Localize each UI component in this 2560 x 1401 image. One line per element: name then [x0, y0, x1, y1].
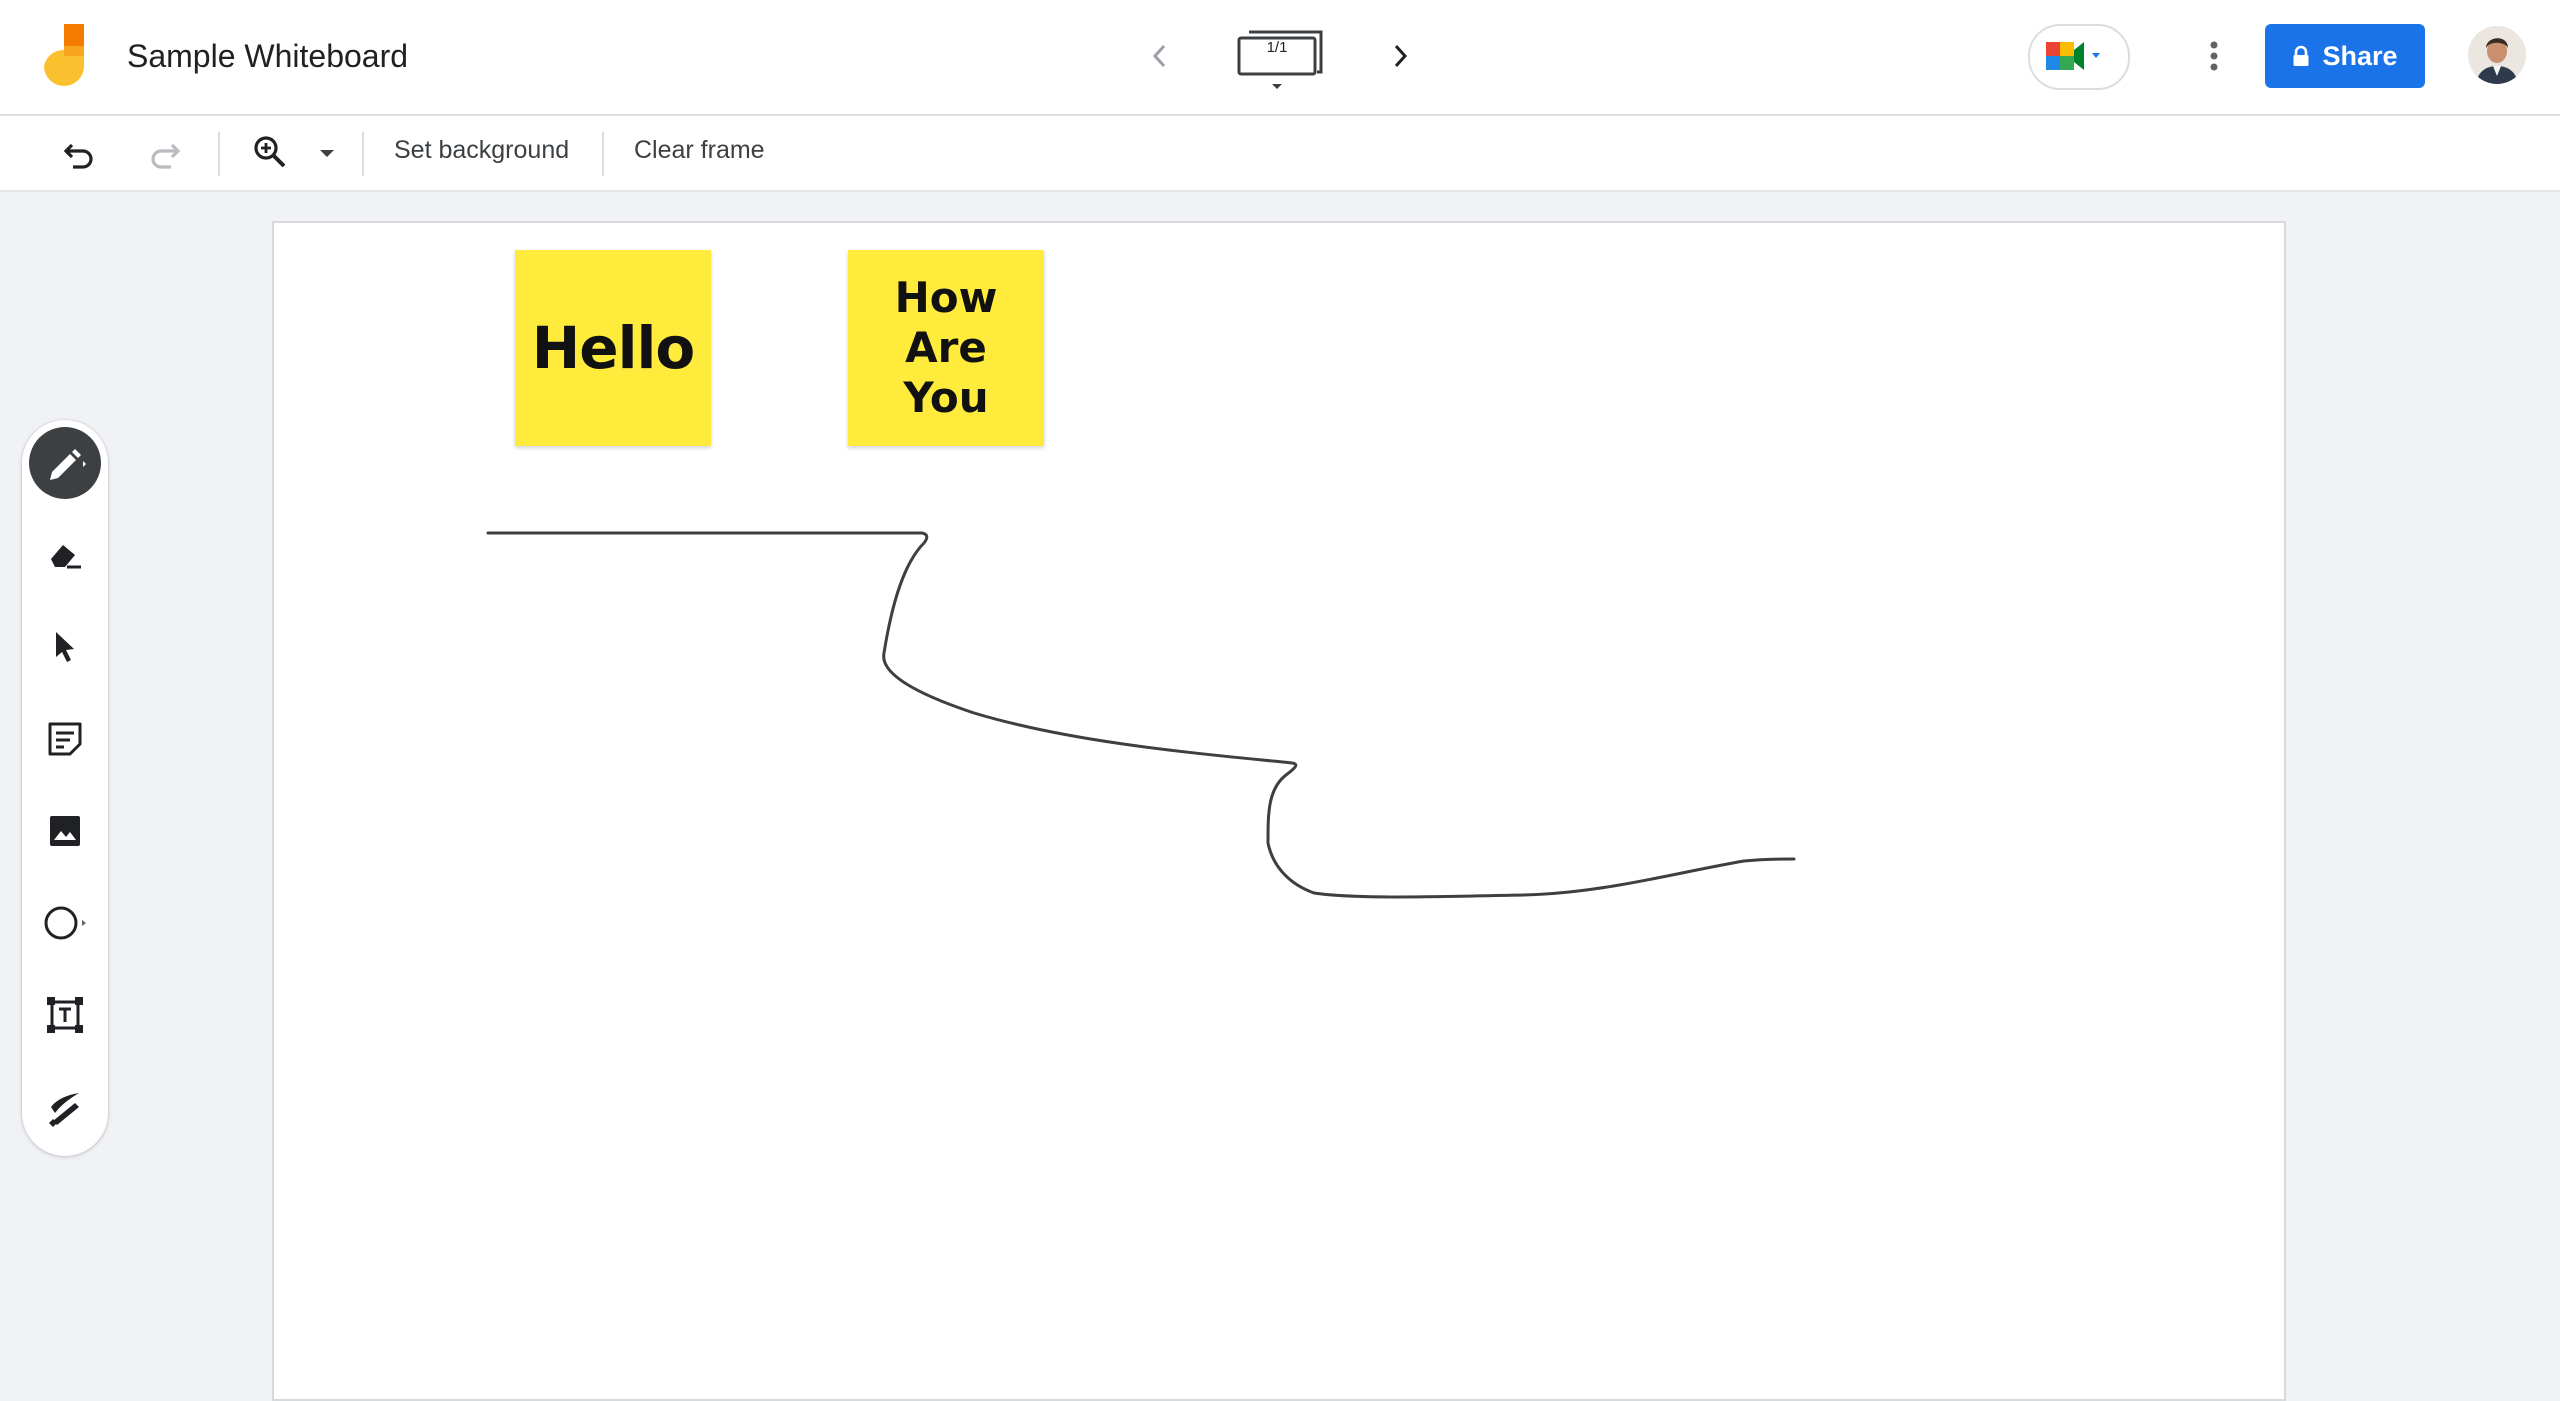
edit-toolbar: Set background Clear frame [0, 116, 2560, 192]
tool-palette [22, 420, 108, 1156]
redo-icon [151, 143, 181, 169]
drawing-layer [486, 531, 1796, 899]
image-icon [50, 816, 80, 846]
toolbar-divider [218, 132, 220, 176]
select-tool[interactable] [28, 610, 102, 684]
frame-count: 1/1 [1266, 39, 1288, 56]
text-box-tool[interactable] [28, 978, 102, 1052]
share-label: Share [2322, 40, 2398, 71]
circle-icon [44, 906, 86, 940]
chevron-left-icon [1152, 44, 1166, 68]
freehand-stroke[interactable] [486, 531, 1796, 899]
share-button[interactable]: Share [2265, 24, 2425, 88]
zoom-button[interactable] [248, 130, 292, 174]
redo-button[interactable] [142, 132, 186, 176]
app-header: Sample Whiteboard 1/1 Share [0, 0, 2560, 116]
laser-icon [49, 1093, 79, 1127]
next-frame-button[interactable] [1380, 36, 1420, 76]
avatar-image [2468, 26, 2526, 84]
chevron-right-icon [1394, 44, 1408, 68]
document-title[interactable]: Sample Whiteboard [127, 38, 408, 75]
sticky-note-tool[interactable] [28, 702, 102, 776]
image-tool[interactable] [28, 794, 102, 868]
laser-tool[interactable] [28, 1070, 102, 1144]
caret-down-icon [320, 150, 334, 157]
clear-frame-button[interactable]: Clear frame [634, 136, 765, 165]
jamboard-logo [44, 24, 84, 86]
zoom-in-icon [254, 136, 286, 168]
frame-indicator[interactable]: 1/1 [1235, 28, 1325, 94]
whiteboard-canvas[interactable]: Hello How Are You [272, 221, 2286, 1401]
undo-icon [63, 143, 93, 169]
zoom-dropdown-button[interactable] [312, 142, 342, 166]
eraser-icon [51, 545, 81, 569]
user-avatar[interactable] [2468, 26, 2526, 84]
toolbar-divider [362, 132, 364, 176]
text-box-icon [47, 997, 83, 1033]
more-options-button[interactable] [2194, 36, 2234, 76]
shape-tool[interactable] [28, 886, 102, 960]
eraser-tool[interactable] [28, 518, 102, 592]
previous-frame-button[interactable] [1140, 36, 1180, 76]
frames-icon [1237, 30, 1323, 89]
toolbar-divider [602, 132, 604, 176]
more-vert-icon [2210, 41, 2218, 71]
pen-icon [50, 449, 86, 480]
meet-button[interactable] [2028, 24, 2130, 90]
pen-tool[interactable] [28, 426, 102, 500]
set-background-button[interactable]: Set background [394, 136, 569, 165]
lock-icon [2293, 45, 2309, 66]
meet-icon [2046, 42, 2100, 70]
undo-button[interactable] [58, 132, 102, 176]
select-arrow-icon [56, 632, 74, 662]
sticky-note-icon [48, 722, 82, 756]
